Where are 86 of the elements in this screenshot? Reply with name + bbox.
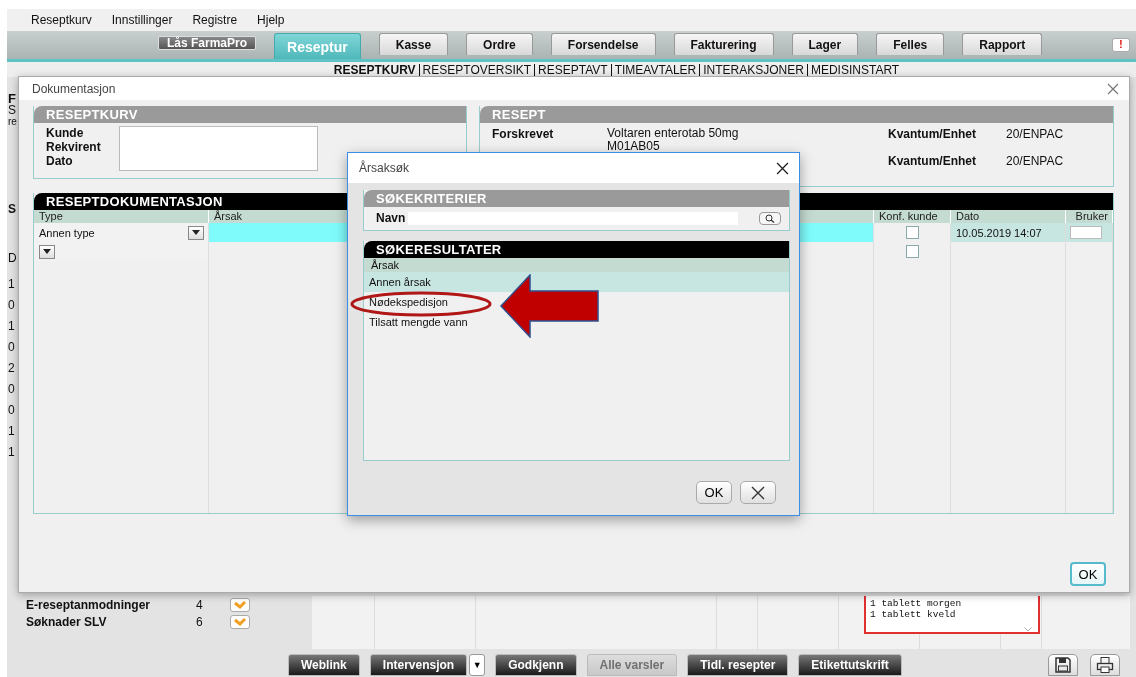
dropdown-button[interactable]	[39, 244, 55, 259]
menu-item[interactable]: Hjelp	[247, 13, 295, 27]
nav-link[interactable]: RESEPTAVT	[535, 62, 611, 77]
dropdown-button[interactable]	[188, 225, 204, 240]
dialog-title: Dokumentasjon	[32, 81, 116, 96]
alert-badge[interactable]: !	[1112, 38, 1130, 52]
field-label: Dato	[46, 154, 74, 168]
partial-text: 0	[7, 402, 16, 419]
field-value: M01AB05	[607, 140, 661, 153]
field-label: Kvantum/Enhet	[888, 154, 976, 168]
dialog-title: Årsaksøk	[359, 161, 409, 175]
field-value: 20/ENPAC	[1006, 127, 1064, 143]
tab[interactable]: Lager	[791, 33, 859, 55]
field-label: Kunde	[46, 126, 85, 140]
queue-count: 4	[196, 597, 204, 612]
save-button[interactable]	[1048, 654, 1078, 676]
field-label: Forskrevet	[492, 127, 554, 141]
dosage-field[interactable]: 1 tablett morgen 1 tablett kveld	[864, 596, 1040, 634]
close-icon[interactable]	[776, 161, 789, 175]
tab[interactable]: Kasse	[378, 33, 449, 55]
partial-text: 0	[7, 339, 16, 356]
lock-button[interactable]: Lås FarmaPro	[158, 36, 257, 50]
partial-text: D	[7, 253, 18, 264]
panel-header: SØKERESULTATER	[364, 241, 789, 258]
check-icon[interactable]	[230, 614, 250, 629]
arrow-icon	[500, 274, 600, 338]
caret-icon	[192, 230, 200, 235]
partial-text: 1	[7, 423, 16, 440]
input-field[interactable]	[1070, 226, 1102, 239]
tab[interactable]: Rapport	[962, 33, 1043, 55]
column-header: Årsak	[364, 258, 789, 272]
action-button[interactable]: Intervensjon	[369, 654, 468, 676]
panel-header: RESEPTKURV	[34, 106, 466, 123]
table-cell: 10.05.2019 14:07	[956, 226, 1042, 239]
action-button[interactable]: Tidl. resepter	[687, 654, 789, 676]
nav-link[interactable]: MEDISINSTART	[807, 62, 903, 77]
checkbox[interactable]	[905, 226, 919, 239]
queue-count: 6	[196, 614, 204, 629]
search-icon	[765, 213, 775, 223]
dropdown-button[interactable]: ▼	[469, 654, 486, 676]
tab[interactable]: Forsendelse	[550, 33, 656, 55]
menu-item[interactable]: Reseptkurv	[21, 13, 102, 27]
action-button[interactable]: Weblink	[288, 654, 360, 676]
nav-link[interactable]: INTERAKSJONER	[700, 62, 807, 77]
search-button[interactable]	[759, 211, 781, 225]
partial-text: 1	[7, 276, 16, 293]
field-label: Rekvirent	[46, 140, 101, 154]
partial-text: S	[7, 204, 17, 215]
queue-label: Søknader SLV	[26, 614, 108, 629]
field-value: 20/ENPAC	[1006, 154, 1064, 168]
check-icon[interactable]	[230, 597, 250, 612]
menu-item[interactable]: Innstillinger	[101, 13, 183, 27]
action-button[interactable]: Godkjenn	[495, 654, 577, 676]
cancel-button[interactable]	[740, 481, 776, 504]
partial-text: 0	[7, 297, 16, 314]
ok-button[interactable]: OK	[696, 481, 732, 504]
checkbox[interactable]	[905, 245, 919, 258]
table-cell: Annen type	[39, 226, 95, 239]
caret-icon	[43, 249, 51, 254]
panel-header: SØKEKRITERIER	[364, 190, 789, 207]
panel-header: RESEPT	[480, 106, 1113, 123]
chevron-icon	[1024, 627, 1032, 632]
field-label: Navn	[376, 211, 406, 225]
queue-label: E-reseptanmodninger	[26, 597, 152, 612]
partial-text: F	[7, 93, 17, 105]
ok-button[interactable]: OK	[1070, 562, 1106, 586]
list-item[interactable]: Annen årsak	[364, 272, 789, 292]
info-field[interactable]	[118, 126, 318, 171]
menu-item[interactable]: Registre	[182, 13, 248, 27]
field-value: Voltaren enterotab 50mg	[607, 127, 740, 140]
nav-link[interactable]: TIMEAVTALER	[611, 62, 700, 77]
tab[interactable]: Fakturering	[673, 33, 774, 55]
partial-text: re	[7, 116, 18, 127]
partial-text: S	[7, 105, 17, 116]
tab[interactable]: Felles	[876, 33, 945, 55]
close-icon	[750, 485, 766, 500]
field-label: Kvantum/Enhet	[888, 127, 976, 141]
print-button[interactable]	[1090, 654, 1120, 676]
partial-text: 2	[7, 360, 16, 377]
tab[interactable]: Ordre	[466, 33, 533, 55]
nav-link[interactable]: RESEPTKURV	[330, 62, 419, 77]
partial-text: 1	[7, 318, 16, 335]
partial-text: 1	[7, 444, 16, 461]
nav-link[interactable]: RESEPTOVERSIKT	[419, 62, 535, 77]
partial-text: 0	[7, 381, 16, 398]
action-button[interactable]: Etikettutskrift	[798, 654, 902, 676]
